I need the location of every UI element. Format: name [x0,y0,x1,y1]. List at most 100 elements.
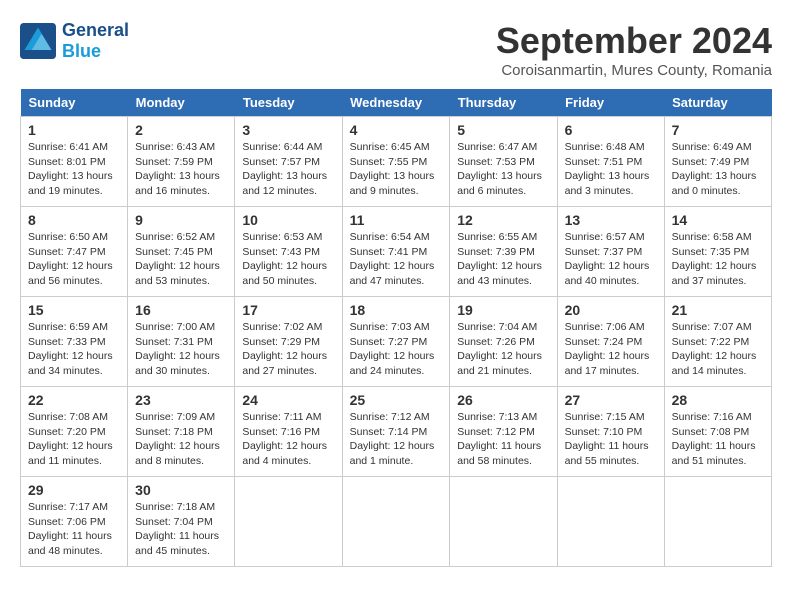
day-cell-22: 22 Sunrise: 7:08 AMSunset: 7:20 PMDayligh… [21,387,128,477]
day-number: 24 [242,392,334,408]
day-info: Sunrise: 6:49 AMSunset: 7:49 PMDaylight:… [672,140,764,199]
title-block: September 2024 Coroisanmartin, Mures Cou… [496,20,772,79]
day-header-sunday: Sunday [21,89,128,117]
day-number: 22 [28,392,120,408]
day-info: Sunrise: 6:45 AMSunset: 7:55 PMDaylight:… [350,140,443,199]
day-cell-23: 23Sunrise: 7:09 AMSunset: 7:18 PMDayligh… [128,387,235,477]
logo-text: General Blue [62,20,129,62]
day-cell-30: 30 Sunrise: 7:18 AMSunset: 7:04 PMDayligh… [128,477,235,567]
day-cell-24: 24 Sunrise: 7:11 AMSunset: 7:16 PMDayligh… [235,387,342,477]
day-cell-25: 25 Sunrise: 7:12 AMSunset: 7:14 PMDayligh… [342,387,450,477]
day-number: 23 [135,392,227,408]
week-row-1: 1 Sunrise: 6:41 AMSunset: 8:01 PMDaylight… [21,117,772,207]
day-number: 19 [457,302,549,318]
day-number: 30 [135,482,227,498]
day-cell-29: 29 Sunrise: 7:17 AMSunset: 7:06 PMDayligh… [21,477,128,567]
day-info: Sunrise: 6:47 AMSunset: 7:53 PMDaylight:… [457,140,549,199]
day-number: 26 [457,392,549,408]
day-number: 5 [457,122,549,138]
day-header-monday: Monday [128,89,235,117]
empty-cell [235,477,342,567]
week-row-5: 29 Sunrise: 7:17 AMSunset: 7:06 PMDayligh… [21,477,772,567]
page-header: General Blue September 2024 Coroisanmart… [20,20,772,79]
day-number: 14 [672,212,764,228]
empty-cell [557,477,664,567]
day-cell-3: 3Sunrise: 6:44 AMSunset: 7:57 PMDaylight… [235,117,342,207]
day-info: Sunrise: 6:41 AMSunset: 8:01 PMDaylight:… [28,140,120,199]
day-cell-8: 8Sunrise: 6:50 AMSunset: 7:47 PMDaylight… [21,207,128,297]
day-header-saturday: Saturday [664,89,771,117]
day-info: Sunrise: 7:15 AMSunset: 7:10 PMDaylight:… [565,410,657,469]
day-number: 2 [135,122,227,138]
empty-cell [450,477,557,567]
day-number: 9 [135,212,227,228]
day-number: 11 [350,212,443,228]
logo: General Blue [20,20,129,62]
empty-cell [664,477,771,567]
day-cell-10: 10 Sunrise: 6:53 AMSunset: 7:43 PMDayligh… [235,207,342,297]
day-info: Sunrise: 6:57 AMSunset: 7:37 PMDaylight:… [565,230,657,289]
week-row-4: 22 Sunrise: 7:08 AMSunset: 7:20 PMDayligh… [21,387,772,477]
day-header-friday: Friday [557,89,664,117]
day-info: Sunrise: 7:04 AMSunset: 7:26 PMDaylight:… [457,320,549,379]
day-info: Sunrise: 7:11 AMSunset: 7:16 PMDaylight:… [242,410,334,469]
location-title: Coroisanmartin, Mures County, Romania [496,62,772,79]
day-cell-17: 17 Sunrise: 7:02 AMSunset: 7:29 PMDayligh… [235,297,342,387]
day-info: Sunrise: 6:53 AMSunset: 7:43 PMDaylight:… [242,230,334,289]
day-info: Sunrise: 7:18 AMSunset: 7:04 PMDaylight:… [135,500,227,559]
day-number: 15 [28,302,120,318]
day-cell-11: 11Sunrise: 6:54 AMSunset: 7:41 PMDayligh… [342,207,450,297]
month-title: September 2024 [496,20,772,62]
day-cell-18: 18 Sunrise: 7:03 AMSunset: 7:27 PMDayligh… [342,297,450,387]
day-number: 7 [672,122,764,138]
day-info: Sunrise: 6:59 AMSunset: 7:33 PMDaylight:… [28,320,120,379]
day-number: 1 [28,122,120,138]
day-number: 6 [565,122,657,138]
day-number: 25 [350,392,443,408]
day-cell-1: 1 Sunrise: 6:41 AMSunset: 8:01 PMDaylight… [21,117,128,207]
day-number: 4 [350,122,443,138]
days-header-row: SundayMondayTuesdayWednesdayThursdayFrid… [21,89,772,117]
day-info: Sunrise: 7:16 AMSunset: 7:08 PMDaylight:… [672,410,764,469]
day-number: 20 [565,302,657,318]
day-cell-20: 20 Sunrise: 7:06 AMSunset: 7:24 PMDayligh… [557,297,664,387]
day-cell-2: 2Sunrise: 6:43 AMSunset: 7:59 PMDaylight… [128,117,235,207]
day-number: 28 [672,392,764,408]
day-cell-9: 9 Sunrise: 6:52 AMSunset: 7:45 PMDaylight… [128,207,235,297]
day-cell-4: 4 Sunrise: 6:45 AMSunset: 7:55 PMDaylight… [342,117,450,207]
day-number: 18 [350,302,443,318]
day-info: Sunrise: 7:00 AMSunset: 7:31 PMDaylight:… [135,320,227,379]
day-cell-6: 6Sunrise: 6:48 AMSunset: 7:51 PMDaylight… [557,117,664,207]
day-cell-28: 28 Sunrise: 7:16 AMSunset: 7:08 PMDayligh… [664,387,771,477]
day-cell-16: 16Sunrise: 7:00 AMSunset: 7:31 PMDayligh… [128,297,235,387]
day-header-thursday: Thursday [450,89,557,117]
day-cell-14: 14 Sunrise: 6:58 AMSunset: 7:35 PMDayligh… [664,207,771,297]
week-row-2: 8Sunrise: 6:50 AMSunset: 7:47 PMDaylight… [21,207,772,297]
day-cell-12: 12Sunrise: 6:55 AMSunset: 7:39 PMDayligh… [450,207,557,297]
day-number: 10 [242,212,334,228]
day-info: Sunrise: 7:17 AMSunset: 7:06 PMDaylight:… [28,500,120,559]
day-cell-21: 21Sunrise: 7:07 AMSunset: 7:22 PMDayligh… [664,297,771,387]
day-info: Sunrise: 7:12 AMSunset: 7:14 PMDaylight:… [350,410,443,469]
day-cell-15: 15 Sunrise: 6:59 AMSunset: 7:33 PMDayligh… [21,297,128,387]
day-number: 3 [242,122,334,138]
day-info: Sunrise: 6:58 AMSunset: 7:35 PMDaylight:… [672,230,764,289]
day-number: 29 [28,482,120,498]
logo-icon [20,23,56,59]
day-cell-5: 5 Sunrise: 6:47 AMSunset: 7:53 PMDaylight… [450,117,557,207]
day-info: Sunrise: 7:06 AMSunset: 7:24 PMDaylight:… [565,320,657,379]
day-header-wednesday: Wednesday [342,89,450,117]
day-cell-27: 27 Sunrise: 7:15 AMSunset: 7:10 PMDayligh… [557,387,664,477]
day-cell-19: 19 Sunrise: 7:04 AMSunset: 7:26 PMDayligh… [450,297,557,387]
day-cell-26: 26Sunrise: 7:13 AMSunset: 7:12 PMDayligh… [450,387,557,477]
day-header-tuesday: Tuesday [235,89,342,117]
day-cell-7: 7 Sunrise: 6:49 AMSunset: 7:49 PMDaylight… [664,117,771,207]
day-number: 27 [565,392,657,408]
week-row-3: 15 Sunrise: 6:59 AMSunset: 7:33 PMDayligh… [21,297,772,387]
day-info: Sunrise: 7:08 AMSunset: 7:20 PMDaylight:… [28,410,120,469]
day-info: Sunrise: 7:02 AMSunset: 7:29 PMDaylight:… [242,320,334,379]
day-info: Sunrise: 7:03 AMSunset: 7:27 PMDaylight:… [350,320,443,379]
day-info: Sunrise: 6:52 AMSunset: 7:45 PMDaylight:… [135,230,227,289]
day-number: 17 [242,302,334,318]
calendar-table: SundayMondayTuesdayWednesdayThursdayFrid… [20,89,772,567]
